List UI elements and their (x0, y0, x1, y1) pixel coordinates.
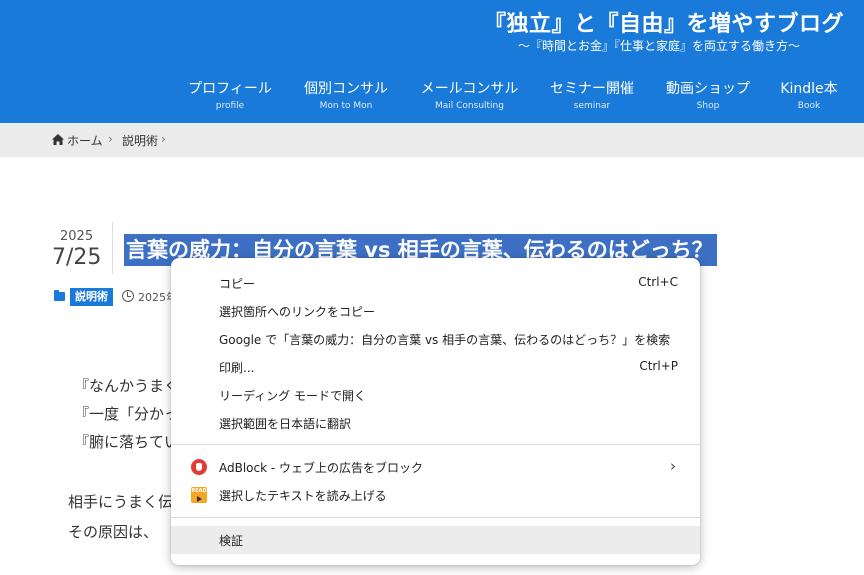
site-tagline: ～『時間とお金』『仕事と家庭』を両立する働き方～ (517, 39, 800, 53)
menu-item-search-google[interactable]: Google で「言葉の威力：自分の言葉 vs 相手の言葉、伝わるのはどっち？」… (171, 325, 700, 353)
site-title[interactable]: 『独立』と『自由』を増やすブログ (484, 6, 844, 38)
read-icon-text: READ (191, 488, 207, 494)
nav-label: プロフィール (188, 81, 272, 97)
nav-sublabel: Book (797, 101, 821, 111)
menu-item-label: 選択したテキストを読み上げる (219, 489, 387, 503)
nav-label: セミナー開催 (550, 81, 634, 97)
menu-item-label: 検証 (219, 534, 244, 548)
menu-item-translate[interactable]: 選択範囲を日本語に翻訳 (171, 409, 700, 437)
breadcrumb-separator-icon: › (108, 132, 113, 146)
breadcrumb-separator-icon: › (161, 132, 166, 146)
play-icon (196, 496, 202, 502)
menu-item-label: 選択範囲を日本語に翻訳 (219, 417, 352, 431)
nav-sublabel: Mon to Mon (319, 101, 373, 111)
nav-sublabel: Shop (696, 101, 720, 111)
menu-item-shortcut: Ctrl+C (638, 275, 678, 289)
menu-item-adblock[interactable]: AdBlock - ウェブ上の広告をブロック › (171, 453, 700, 481)
body-text-line: 『なんかうまく (74, 377, 180, 395)
nav-label: メールコンサル (420, 81, 519, 97)
nav-label: 動画ショップ (666, 81, 750, 97)
menu-item-shortcut: Ctrl+P (639, 359, 678, 373)
nav-item-consulting[interactable]: 個別コンサル Mon to Mon (302, 80, 390, 114)
post-date-year: 2025 (60, 229, 94, 244)
menu-item-label: AdBlock - ウェブ上の広告をブロック (219, 461, 424, 475)
menu-item-copy-link-to-highlight[interactable]: 選択箇所へのリンクをコピー (171, 297, 700, 325)
breadcrumb-home-link[interactable]: ホーム (67, 132, 103, 149)
context-menu: コピー Ctrl+C 選択箇所へのリンクをコピー Google で「言葉の威力：… (171, 258, 700, 565)
nav-sublabel: seminar (573, 101, 611, 111)
nav-label: 個別コンサル (304, 81, 388, 97)
menu-item-read-aloud[interactable]: READ 選択したテキストを読み上げる (171, 481, 700, 509)
adblock-icon (191, 459, 207, 475)
date-divider (112, 222, 113, 274)
menu-item-copy[interactable]: コピー Ctrl+C (171, 269, 700, 297)
menu-separator (171, 444, 700, 445)
body-text-line: 『一度「分かっ (74, 405, 180, 423)
nav-item-seminar[interactable]: セミナー開催 seminar (548, 80, 636, 114)
clock-icon (122, 290, 134, 302)
nav-label: Kindle本 (780, 81, 838, 97)
menu-item-label: リーディング モードで開く (219, 389, 366, 403)
nav-sublabel: Mail Consulting (435, 101, 504, 111)
body-text-line: その原因は、 (68, 523, 159, 541)
nav-item-profile[interactable]: プロフィール profile (186, 80, 274, 114)
read-aloud-icon: READ (191, 487, 207, 503)
menu-item-label: Google で「言葉の威力：自分の言葉 vs 相手の言葉、伝わるのはどっち？」… (219, 333, 671, 347)
menu-item-print[interactable]: 印刷... Ctrl+P (171, 353, 700, 381)
category-badge[interactable]: 説明術 (70, 288, 113, 306)
submenu-arrow-icon: › (670, 457, 676, 475)
nav-sublabel: profile (215, 101, 245, 111)
menu-item-inspect[interactable]: 検証 (171, 526, 700, 554)
body-text-line: 『腑に落ちてい (74, 433, 180, 451)
post-date-month-day: 7/25 (52, 245, 102, 270)
nav-item-kindle[interactable]: Kindle本 Book (778, 80, 840, 114)
menu-item-reading-mode[interactable]: リーディング モードで開く (171, 381, 700, 409)
folder-icon (54, 290, 65, 301)
menu-item-label: コピー (219, 277, 256, 291)
menu-item-label: 印刷... (219, 361, 255, 375)
menu-separator (171, 517, 700, 518)
nav-item-shop[interactable]: 動画ショップ Shop (664, 80, 752, 114)
site-header: 『独立』と『自由』を増やすブログ ～『時間とお金』『仕事と家庭』を両立する働き方… (0, 0, 864, 123)
breadcrumb: ホーム › 説明術 › (0, 123, 864, 157)
nav-item-mail-consulting[interactable]: メールコンサル Mail Consulting (418, 80, 521, 114)
breadcrumb-category-link[interactable]: 説明術 (122, 132, 158, 149)
menu-item-label: 選択箇所へのリンクをコピー (219, 305, 376, 319)
body-text-line: 相手にうまく伝 (68, 493, 174, 511)
home-icon (52, 134, 64, 145)
